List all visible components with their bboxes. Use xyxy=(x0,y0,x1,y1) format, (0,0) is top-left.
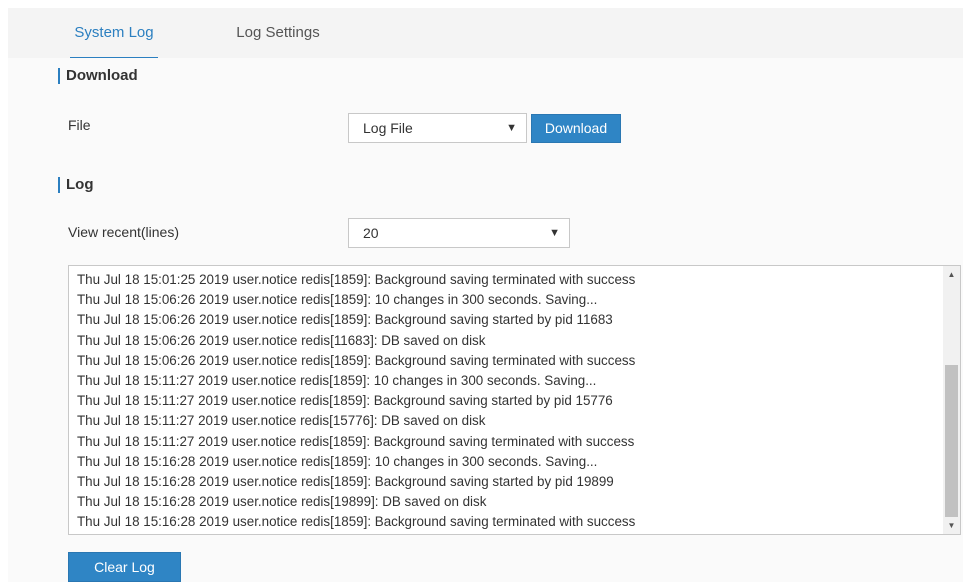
tab-system-log[interactable]: System Log xyxy=(70,8,158,60)
tab-log-settings[interactable]: Log Settings xyxy=(233,8,323,58)
log-line: Thu Jul 18 15:16:28 2019 user.notice red… xyxy=(77,514,636,530)
log-line: Thu Jul 18 15:11:27 2019 user.notice red… xyxy=(77,372,597,388)
log-section-title: Log xyxy=(58,177,94,193)
download-section-title: Download xyxy=(58,68,138,84)
log-line: Thu Jul 18 15:06:26 2019 user.notice red… xyxy=(77,332,486,348)
log-line: Thu Jul 18 15:16:28 2019 user.notice red… xyxy=(77,494,487,510)
log-line: Thu Jul 18 15:11:27 2019 user.notice red… xyxy=(77,413,486,429)
view-recent-select[interactable]: 20 ▼ xyxy=(348,218,570,248)
log-line: Thu Jul 18 15:06:26 2019 user.notice red… xyxy=(77,312,613,328)
log-line: Thu Jul 18 15:16:28 2019 user.notice red… xyxy=(77,473,614,489)
clear-log-button[interactable]: Clear Log xyxy=(68,552,181,582)
arrow-up-icon[interactable]: ▲ xyxy=(943,266,960,283)
chevron-down-icon: ▼ xyxy=(549,227,560,239)
log-line: Thu Jul 18 15:06:26 2019 user.notice red… xyxy=(77,352,636,368)
tab-bar: System Log Log Settings xyxy=(8,8,963,60)
log-textarea[interactable]: Thu Jul 18 15:01:25 2019 user.notice red… xyxy=(68,265,961,535)
view-recent-label: View recent(lines) xyxy=(68,224,180,240)
view-recent-value: 20 xyxy=(363,225,379,241)
log-line: Thu Jul 18 15:16:28 2019 user.notice red… xyxy=(77,453,598,469)
scrollbar-thumb[interactable] xyxy=(945,365,958,517)
log-scrollbar[interactable]: ▲ ▼ xyxy=(943,266,960,534)
log-line: Thu Jul 18 15:11:27 2019 user.notice red… xyxy=(77,393,613,409)
download-button[interactable]: Download xyxy=(531,114,621,143)
file-label: File xyxy=(68,117,91,133)
log-line: Thu Jul 18 15:06:26 2019 user.notice red… xyxy=(77,292,598,308)
arrow-down-icon[interactable]: ▼ xyxy=(943,517,960,534)
log-line: Thu Jul 18 15:11:27 2019 user.notice red… xyxy=(77,433,635,449)
chevron-down-icon: ▼ xyxy=(506,122,517,134)
file-select[interactable]: Log File ▼ xyxy=(348,113,527,143)
log-lines: Thu Jul 18 15:01:25 2019 user.notice red… xyxy=(77,270,635,532)
log-line: Thu Jul 18 15:01:25 2019 user.notice red… xyxy=(77,272,636,287)
file-select-value: Log File xyxy=(363,120,413,136)
